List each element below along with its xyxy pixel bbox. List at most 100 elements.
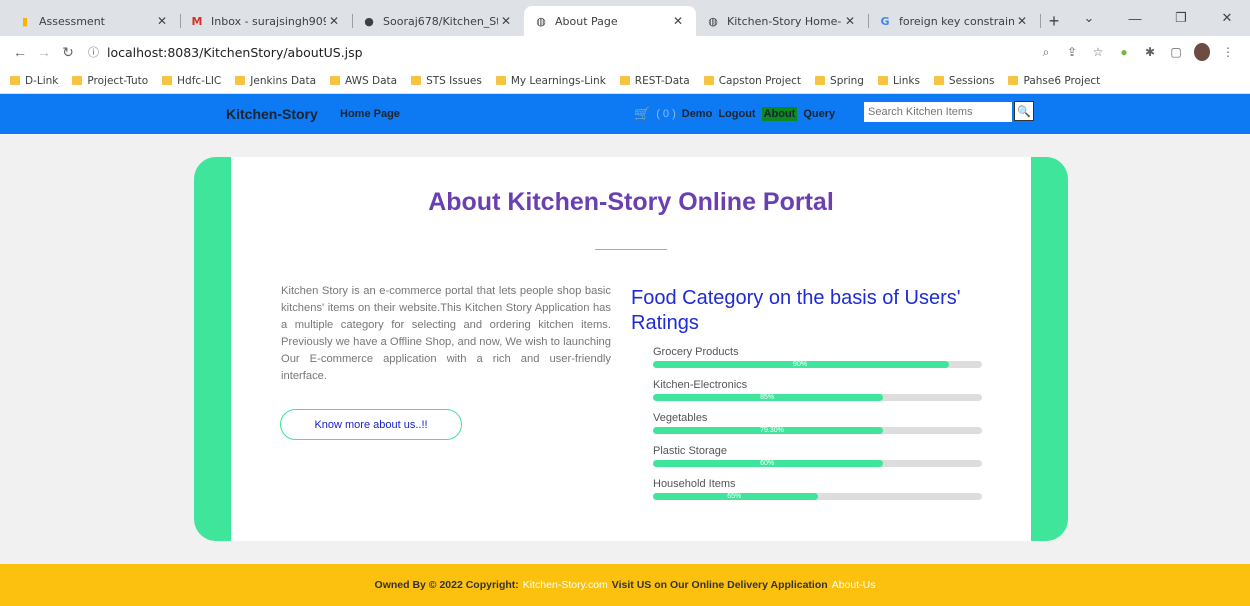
address-bar: ← → ↻ ⓘ localhost:8083/KitchenStory/abou…: [0, 36, 1250, 68]
browser-tab-github[interactable]: ● Sooraj678/Kitchen_Story: Pl ✕: [352, 6, 524, 36]
bookmark-item[interactable]: Sessions: [933, 74, 995, 87]
bookmark-label: STS Issues: [426, 74, 482, 87]
brand-link[interactable]: Kitchen-Story: [226, 106, 318, 122]
sidebar-icon[interactable]: ▢: [1168, 45, 1184, 59]
bookmark-label: Pahse6 Project: [1023, 74, 1101, 87]
tab-title: Inbox - surajsingh9090@gm: [211, 14, 326, 28]
share-icon[interactable]: ⇪: [1064, 45, 1080, 59]
bookmark-label: Links: [892, 74, 920, 87]
info-icon[interactable]: ⓘ: [88, 44, 99, 60]
back-icon[interactable]: ←: [8, 44, 32, 60]
menu-icon[interactable]: ⋮: [1220, 45, 1236, 59]
bookmark-label: REST-Data: [634, 74, 690, 87]
home-page-link[interactable]: Home Page: [340, 108, 400, 120]
bookmark-item[interactable]: Pahse6 Project: [1008, 75, 1100, 87]
bookmark-item[interactable]: Capston Project: [703, 74, 802, 87]
globe-icon: ◍: [536, 14, 546, 28]
window-controls: ⌄ — ❐ ✕: [1066, 0, 1250, 36]
bookmark-item[interactable]: My Learnings-Link: [495, 74, 606, 87]
folder-icon: [933, 76, 944, 85]
rating-item: Household Items 65%: [653, 478, 982, 511]
folder-icon: [162, 76, 173, 85]
folder-icon: [10, 76, 20, 85]
rating-item: Kitchen-Electronics 85%: [653, 379, 982, 412]
close-icon[interactable]: ✕: [498, 14, 514, 28]
bookmark-item[interactable]: D-Link: [10, 75, 58, 87]
about-description: Kitchen Story is an e-commerce portal th…: [281, 285, 611, 382]
about-link[interactable]: About: [761, 107, 798, 121]
browser-tab-home-page[interactable]: ◍ Kitchen-Story Home-Page ✕: [696, 6, 869, 36]
profile-avatar[interactable]: [1194, 43, 1210, 61]
reload-icon[interactable]: ↻: [56, 44, 80, 61]
star-icon[interactable]: ☆: [1090, 45, 1106, 59]
rating-label: Kitchen-Electronics: [653, 379, 748, 391]
search-icon: 🔍: [1017, 105, 1031, 118]
rating-track: 79.30%: [653, 427, 982, 434]
chevron-down-icon[interactable]: ⌄: [1066, 0, 1112, 36]
tab-title: Sooraj678/Kitchen_Story: Pl: [383, 14, 498, 28]
url-text: localhost:8083/KitchenStory/aboutUS.jsp: [107, 44, 363, 60]
new-tab-button[interactable]: +: [1040, 6, 1068, 36]
browser-tab-google[interactable]: G foreign key constraint in sq ✕: [868, 6, 1041, 36]
rating-value: 85%: [760, 394, 775, 401]
rating-label: Grocery Products: [653, 346, 739, 358]
browser-tab-about-page[interactable]: ◍ About Page ✕: [524, 6, 696, 36]
footer-about-link[interactable]: About-Us: [832, 579, 876, 591]
close-icon[interactable]: ✕: [842, 14, 858, 28]
close-icon[interactable]: ✕: [1014, 14, 1030, 28]
bookmark-label: Capston Project: [718, 74, 802, 87]
footer: Owned By © 2022 Copyright: Kitchen-Story…: [0, 564, 1250, 606]
search-button[interactable]: 🔍: [1014, 101, 1034, 121]
title-divider: [595, 249, 667, 250]
tab-title: Assessment: [39, 14, 105, 28]
rating-track: 65%: [653, 493, 982, 500]
bookmark-label: Hdfc-LIC: [177, 74, 222, 87]
url-field[interactable]: ⓘ localhost:8083/KitchenStory/aboutUS.js…: [88, 44, 1038, 60]
address-bar-icons: ⌕ ⇪ ☆ ● ✱ ▢ ⋮: [1038, 43, 1236, 61]
maximize-icon[interactable]: ❐: [1158, 0, 1204, 36]
close-icon[interactable]: ✕: [326, 14, 342, 28]
rating-value: 60%: [760, 460, 775, 467]
footer-site-link[interactable]: Kitchen-Story.com: [523, 579, 608, 591]
forward-icon[interactable]: →: [32, 44, 56, 60]
footer-owned: Owned By © 2022 Copyright:: [374, 579, 519, 591]
puzzle-icon[interactable]: ✱: [1142, 45, 1158, 59]
logout-link[interactable]: Logout: [718, 108, 755, 120]
rating-value: 90%: [793, 361, 808, 368]
browser-tab-assessment[interactable]: ▮ Assessment ✕: [8, 6, 181, 36]
zoom-icon[interactable]: ⌕: [1038, 45, 1054, 60]
cart-icon[interactable]: 🛒: [634, 106, 650, 122]
bookmark-item[interactable]: STS Issues: [411, 75, 482, 87]
bookmark-label: Jenkins Data: [250, 74, 317, 87]
category-heading: Food Category on the basis of Users' Rat…: [631, 287, 961, 334]
bookmark-item[interactable]: Spring: [815, 75, 864, 87]
bookmark-label: My Learnings-Link: [510, 74, 606, 87]
browser-tab-inbox[interactable]: M Inbox - surajsingh9090@gm ✕: [180, 6, 353, 36]
bookmark-item[interactable]: Links: [877, 74, 920, 87]
bookmark-item[interactable]: AWS Data: [330, 75, 397, 87]
rating-track: 90%: [653, 361, 982, 368]
bookmark-item[interactable]: REST-Data: [619, 74, 690, 87]
minimize-icon[interactable]: —: [1112, 0, 1158, 36]
github-icon: ●: [364, 14, 374, 28]
demo-link[interactable]: Demo: [682, 108, 713, 120]
extension-icon[interactable]: ●: [1116, 45, 1132, 59]
folder-icon: [330, 76, 341, 85]
close-icon[interactable]: ✕: [154, 14, 170, 28]
bookmark-item[interactable]: Hdfc-LIC: [162, 75, 221, 87]
search-input[interactable]: [864, 102, 1012, 122]
site-navbar: Kitchen-Story Home Page 🛒 ( 0 ) Demo Log…: [0, 94, 1250, 134]
query-link[interactable]: Query: [803, 108, 835, 120]
folder-icon: [877, 76, 888, 85]
bookmark-label: Sessions: [948, 74, 995, 87]
know-more-button[interactable]: Know more about us..!!: [280, 409, 462, 440]
bookmarks-bar: D-Link Project-Tuto Hdfc-LIC Jenkins Dat…: [0, 68, 1250, 94]
tab-title: Kitchen-Story Home-Page: [727, 14, 842, 28]
gmail-icon: M: [191, 14, 203, 28]
bookmark-item[interactable]: Jenkins Data: [235, 75, 316, 87]
bookmark-item[interactable]: Project-Tuto: [72, 75, 148, 87]
rating-value: 65%: [727, 493, 742, 500]
close-window-icon[interactable]: ✕: [1204, 0, 1250, 36]
close-icon[interactable]: ✕: [670, 14, 686, 28]
folder-icon: [815, 76, 826, 85]
